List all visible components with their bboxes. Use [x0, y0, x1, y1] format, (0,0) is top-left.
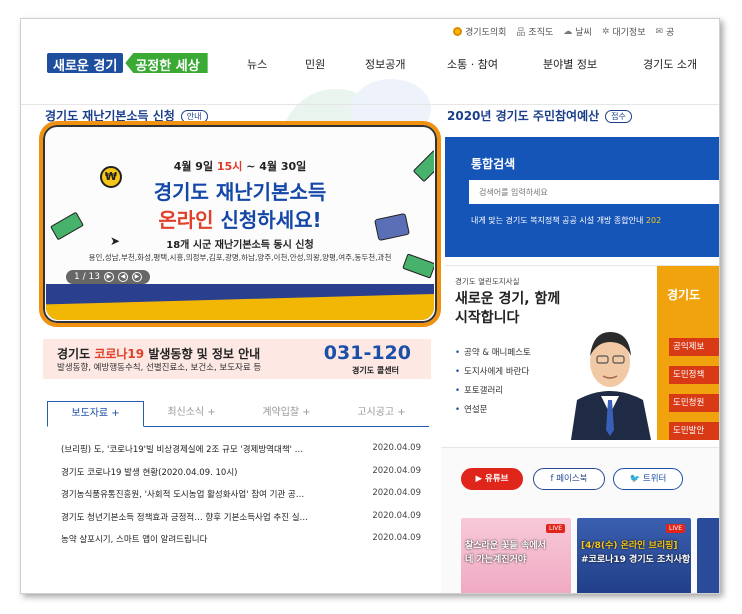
- logo-part2: 공정한 세상: [125, 53, 208, 73]
- nav-about[interactable]: 경기도 소개: [643, 56, 713, 72]
- header: 새로운 경기 공정한 세상 뉴스 민원 정보공개 소통 · 참여 분야별 정보 …: [21, 43, 719, 105]
- tab-notices[interactable]: 고시공고 +: [334, 401, 429, 426]
- utility-weather[interactable]: ☁ 날씨: [563, 25, 592, 39]
- search-heading: 통합검색: [471, 157, 516, 171]
- mail-icon: ✉: [655, 26, 664, 37]
- civic-participation-panel: 경기도 공익제보 도민정책 도민청원 도민발안: [657, 266, 719, 440]
- nav-field-info[interactable]: 분야별 정보: [543, 56, 643, 72]
- nav-civil[interactable]: 민원: [305, 56, 365, 72]
- civic-button[interactable]: 도민청원: [669, 394, 719, 412]
- news-item[interactable]: 경기농식품유통진흥원, '사회적 도시농업 활성화사업' 참여 기관 공… 202…: [61, 488, 421, 511]
- banner-subtitle: 18개 시군 재난기본소득 동시 신청: [166, 240, 314, 251]
- news-item[interactable]: 경기도 코로나19 발생 현황(2020.04.09. 10시) 2020.04.…: [61, 466, 421, 489]
- live-badge: LIVE: [665, 524, 685, 533]
- council-icon: [453, 27, 462, 36]
- civic-button[interactable]: 도민정책: [669, 366, 719, 384]
- governor-link[interactable]: 포토갤러리: [455, 384, 531, 403]
- next-icon[interactable]: ▶: [131, 272, 142, 282]
- banner-cities: 용인,성남,부천,화성,평택,시흥,의정부,김포,광명,하남,양주,이천,안성,…: [88, 253, 392, 262]
- prev-icon[interactable]: ◀: [117, 272, 128, 282]
- youtube-button[interactable]: ▶ 유튜브: [461, 468, 523, 490]
- search-panel: 통합검색 내게 맞는 경기도 복지정책 공공 시설 개방 종합안내 202: [445, 137, 719, 257]
- play-icon[interactable]: ▶: [103, 272, 114, 282]
- video-thumbnail[interactable]: LIVE [4/8(수) 온라인 브리핑] #코로나19 경기도 조치사항: [577, 518, 691, 593]
- banner-title: 경기도 재난기본소득: [153, 180, 327, 204]
- utility-mail[interactable]: ✉ 공: [655, 25, 675, 39]
- page: 경기도의회 品 조직도 ☁ 날씨 ✲ 대기정보 ✉ 공 새로운 경기 공정한 세상 뉴스…: [21, 19, 719, 593]
- civic-title: 경기도: [667, 288, 701, 302]
- utility-bar: 경기도의회 品 조직도 ☁ 날씨 ✲ 대기정보 ✉ 공: [453, 25, 674, 38]
- governor-link[interactable]: 연설문: [455, 403, 531, 422]
- org-chart-icon: 品: [516, 28, 526, 38]
- governor-slogan: 새로운 경기, 함께 시작합니다: [455, 291, 561, 326]
- nav-news[interactable]: 뉴스: [247, 56, 305, 72]
- weather-icon: ☁: [563, 26, 573, 37]
- pager-count: 1 / 13: [74, 272, 100, 282]
- utility-air[interactable]: ✲ 대기정보: [601, 25, 646, 39]
- covid-info-banner[interactable]: 경기도 코로나19 발생동향 및 정보 안내 발생동향, 예방행동수칙, 선별진…: [43, 339, 431, 379]
- news-list: (브리핑) 도, '코로나19'빌 비상경제실에 2조 규모 '경제방역대책' …: [61, 443, 421, 556]
- air-icon: ✲: [601, 26, 610, 37]
- nav-communication[interactable]: 소통 · 참여: [447, 56, 543, 72]
- governor-panel: 경기도 열린도지사실 새로운 경기, 함께 시작합니다 공약 & 매니페스토 도…: [445, 265, 719, 440]
- news-item[interactable]: 경기도 청년기본소득 정책효과 긍정적… 향후 기본소득사업 추진 실… 2020…: [61, 511, 421, 534]
- video-thumbnail[interactable]: [697, 518, 719, 593]
- civic-button[interactable]: 도민발안: [669, 422, 719, 440]
- news-tabs: 보도자료 + 최신소식 + 계약입찰 + 고시공고 +: [47, 401, 429, 427]
- sns-panel: ▶ 유튜브 f 페이스북 🐦 트위터 LIVE 찰스라운 꽃들 속에서 네 가는…: [441, 447, 719, 593]
- facebook-button[interactable]: f 페이스북: [533, 468, 605, 490]
- civic-button[interactable]: 공익제보: [669, 338, 719, 356]
- budget-title[interactable]: 2020년 경기도 주민참여예산 접수: [447, 107, 632, 124]
- governor-links: 공약 & 매니페스토 도지사에게 바란다 포토갤러리 연설문: [455, 346, 531, 422]
- covid-subtitle: 발생동향, 예방행동수칙, 선별진료소, 보건소, 보도자료 등: [57, 363, 262, 373]
- banner-pager: 1 / 13 ▶ ◀ ▶: [66, 270, 150, 284]
- governor-portrait: [563, 304, 657, 440]
- browser-frame: 경기도의회 品 조직도 ☁ 날씨 ✲ 대기정보 ✉ 공 새로운 경기 공정한 세상 뉴스…: [20, 18, 720, 594]
- banner-inner: ₩ ➤ 4월 9일 15시 ~ 4월 30일 경기도 재난기본소득 온라인 신청…: [46, 128, 434, 320]
- call-center-label: 경기도 콜센터: [352, 366, 399, 375]
- tab-latest[interactable]: 최신소식 +: [144, 401, 239, 426]
- tab-press[interactable]: 보도자료 +: [47, 401, 144, 427]
- news-item[interactable]: 농약 살포시기, 스마트 앱이 알려드립니다 2020.04.09: [61, 533, 421, 556]
- twitter-button[interactable]: 🐦 트위터: [613, 468, 683, 490]
- live-badge: LIVE: [545, 524, 565, 533]
- main-nav: 뉴스 민원 정보공개 소통 · 참여 분야별 정보 경기도 소개: [247, 56, 713, 72]
- tab-contracts[interactable]: 계약입찰 +: [239, 401, 334, 426]
- banner-title-2: 온라인 신청하세요!: [158, 208, 322, 232]
- governor-link[interactable]: 공약 & 매니페스토: [455, 346, 531, 365]
- utility-council[interactable]: 경기도의회: [453, 25, 506, 38]
- site-logo[interactable]: 새로운 경기 공정한 세상: [47, 53, 208, 74]
- utility-org-chart[interactable]: 品 조직도: [516, 25, 553, 38]
- banner-date: 4월 9일 15시 ~ 4월 30일: [173, 160, 307, 173]
- governor-link[interactable]: 도지사에게 바란다: [455, 365, 531, 384]
- relief-banner[interactable]: ₩ ➤ 4월 9일 15시 ~ 4월 30일 경기도 재난기본소득 온라인 신청…: [39, 121, 441, 327]
- covid-title: 경기도 코로나19 발생동향 및 정보 안내: [57, 347, 261, 361]
- logo-part1: 새로운 경기: [47, 53, 124, 74]
- call-center-number: 031-120: [323, 342, 411, 364]
- nav-info[interactable]: 정보공개: [365, 56, 447, 72]
- search-keywords[interactable]: 내게 맞는 경기도 복지정책 공공 시설 개방 종합안내 202: [471, 215, 661, 226]
- search-input[interactable]: [469, 180, 719, 204]
- governor-office-label: 경기도 열린도지사실: [455, 277, 520, 286]
- news-item[interactable]: (브리핑) 도, '코로나19'빌 비상경제실에 2조 규모 '경제방역대책' …: [61, 443, 421, 466]
- video-thumbnail[interactable]: LIVE 찰스라운 꽃들 속에서 네 가는계진거야: [461, 518, 571, 593]
- budget-badge[interactable]: 접수: [605, 110, 632, 123]
